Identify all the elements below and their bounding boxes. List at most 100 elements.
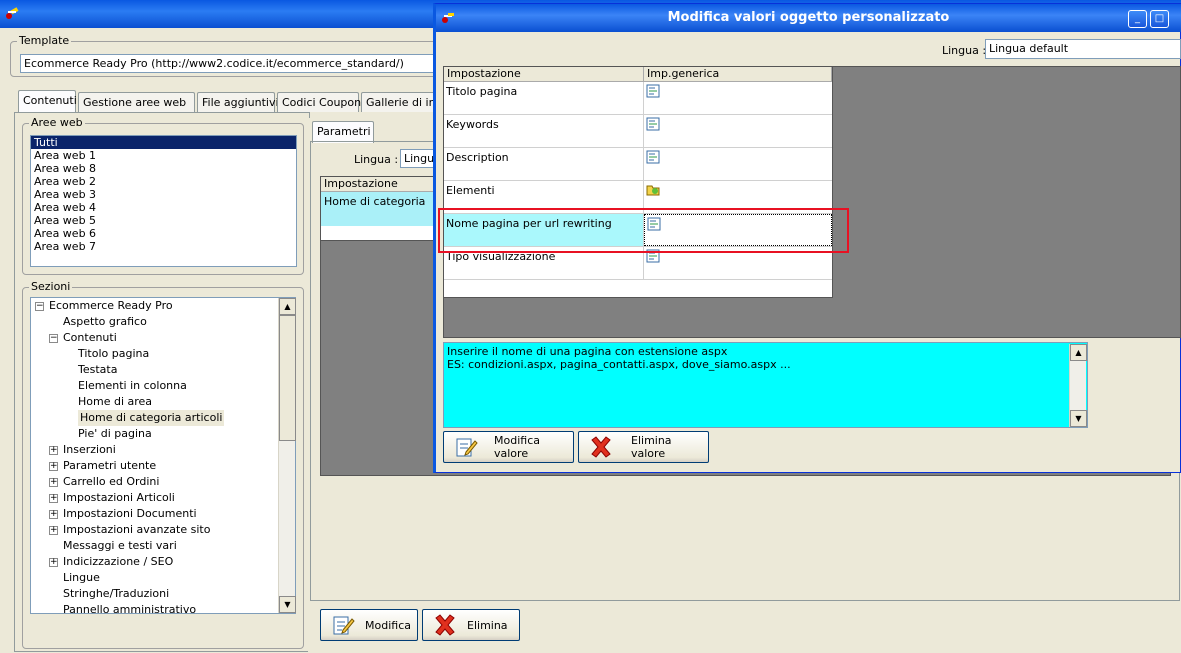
template-label: Template	[17, 34, 72, 47]
tree-item-label: Elementi in colonna	[78, 379, 187, 392]
parametri-grid-header: Impostazione	[321, 177, 434, 192]
tree-item[interactable]: Lingue	[31, 570, 277, 586]
modifica-valore-button[interactable]: Modifica valore	[443, 431, 574, 463]
tree-item-label: Impostazioni avanzate sito	[63, 523, 211, 536]
expand-icon[interactable]: +	[49, 462, 58, 471]
tree-item[interactable]: − Contenuti	[31, 330, 277, 346]
description-line-1: Inserire il nome di una pagina con esten…	[447, 345, 728, 358]
elimina-valore-label: Elimina valore	[631, 434, 672, 460]
scroll-down-icon[interactable]: ▼	[1070, 410, 1087, 427]
sezioni-scrollbar[interactable]: ▲ ▼	[278, 298, 296, 613]
table-row[interactable]: Titolo pagina	[444, 82, 832, 115]
setting-value-cell[interactable]	[644, 82, 832, 114]
tree-item[interactable]: Testata	[31, 362, 277, 378]
expand-icon[interactable]: +	[49, 558, 58, 567]
text-edit-icon[interactable]	[646, 84, 660, 98]
description-box[interactable]: Inserire il nome di una pagina con esten…	[443, 342, 1088, 428]
tab-codici-coupon[interactable]: Codici Coupon	[277, 92, 361, 112]
tree-item[interactable]: Titolo pagina	[31, 346, 277, 362]
tree-item-label: Stringhe/Traduzioni	[63, 587, 170, 600]
tree-item[interactable]: Home di area	[31, 394, 277, 410]
parametri-grid-row-label: Home di categoria	[324, 195, 426, 208]
tree-item-label: Lingue	[63, 571, 100, 584]
tree-item-label: Messaggi e testi vari	[63, 539, 177, 552]
tab-contenuti[interactable]: Contenuti	[18, 90, 77, 112]
list-item[interactable]: Area web 4	[31, 201, 296, 214]
tab-file-aggiuntivi[interactable]: File aggiuntivi	[197, 92, 279, 112]
elimina-button[interactable]: Elimina	[422, 609, 520, 641]
setting-name-cell: Description	[444, 148, 644, 180]
tree-item-label: Impostazioni Articoli	[63, 491, 175, 504]
tree-item[interactable]: + Impostazioni Articoli	[31, 490, 277, 506]
description-scrollbar[interactable]: ▲ ▼	[1069, 344, 1087, 427]
text-edit-icon[interactable]	[646, 150, 660, 164]
tree-item-label: Parametri utente	[63, 459, 157, 472]
list-item[interactable]: Tutti	[31, 136, 296, 149]
modifica-button[interactable]: Modifica	[320, 609, 418, 641]
tree-item[interactable]: + Parametri utente	[31, 458, 277, 474]
grid-header-impostazione: Impostazione	[444, 67, 644, 82]
dialog-settings-grid[interactable]: Impostazione Imp.generica Titolo pagina K…	[443, 66, 833, 298]
tree-root[interactable]: − Ecommerce Ready Pro	[34, 298, 173, 314]
dialog-lingua-value: Lingua default	[989, 42, 1069, 55]
tree-item-label: Pie' di pagina	[78, 427, 152, 440]
scroll-thumb[interactable]	[279, 315, 296, 441]
table-row[interactable]: Keywords	[444, 115, 832, 148]
list-item[interactable]: Area web 3	[31, 188, 296, 201]
minimize-icon[interactable]: _	[1128, 10, 1147, 28]
elimina-label: Elimina	[467, 618, 508, 632]
scroll-down-icon[interactable]: ▼	[279, 596, 296, 613]
text-edit-icon[interactable]	[646, 117, 660, 131]
maximize-icon[interactable]: □	[1150, 10, 1169, 28]
expand-icon[interactable]: +	[49, 494, 58, 503]
sezioni-tree[interactable]: − Ecommerce Ready Pro Aspetto grafico − Co…	[30, 297, 296, 614]
aree-web-label: Aree web	[29, 116, 85, 129]
scroll-up-icon[interactable]: ▲	[1070, 344, 1087, 361]
tree-root-label: Ecommerce Ready Pro	[49, 299, 173, 312]
expand-icon[interactable]: +	[49, 510, 58, 519]
tree-item[interactable]: Home di categoria articoli	[31, 410, 277, 426]
table-row[interactable]: Home di categoria	[321, 192, 434, 226]
tree-item-label: Aspetto grafico	[63, 315, 147, 328]
table-row[interactable]: Description	[444, 148, 832, 181]
tree-item[interactable]: Pannello amministrativo	[31, 602, 277, 613]
expand-icon[interactable]: +	[49, 478, 58, 487]
tree-item[interactable]: + Carrello ed Ordini	[31, 474, 277, 490]
tab-gallerie-immagini[interactable]: Gallerie di immagini	[361, 92, 438, 112]
tab-parametri[interactable]: Parametri	[312, 121, 374, 143]
tree-item[interactable]: + Impostazioni Documenti	[31, 506, 277, 522]
folder-icon[interactable]	[646, 183, 660, 197]
list-item[interactable]: Area web 7	[31, 240, 296, 253]
list-item[interactable]: Area web 6	[31, 227, 296, 240]
expand-icon[interactable]: +	[49, 526, 58, 535]
tree-item[interactable]: + Inserzioni	[31, 442, 277, 458]
delete-x-icon	[433, 613, 457, 637]
tree-item[interactable]: + Impostazioni avanzate sito	[31, 522, 277, 538]
dialog-app-icon	[440, 10, 456, 26]
tree-item[interactable]: Elementi in colonna	[31, 378, 277, 394]
aree-web-list[interactable]: Tutti Area web 1 Area web 8 Area web 2 A…	[30, 135, 297, 267]
tree-item[interactable]: Aspetto grafico	[31, 314, 277, 330]
description-line-2: ES: condizioni.aspx, pagina_contatti.asp…	[447, 358, 791, 371]
tree-item[interactable]: + Indicizzazione / SEO	[31, 554, 277, 570]
tree-item[interactable]: Pie' di pagina	[31, 426, 277, 442]
setting-value-cell[interactable]	[644, 148, 832, 180]
dialog-lingua-select[interactable]: Lingua default	[985, 39, 1181, 59]
parametri-grid[interactable]: Impostazione Home di categoria	[320, 176, 435, 241]
list-item[interactable]: Area web 5	[31, 214, 296, 227]
elimina-valore-button[interactable]: Elimina valore	[578, 431, 709, 463]
list-item[interactable]: Area web 2	[31, 175, 296, 188]
template-field[interactable]: Ecommerce Ready Pro (http://www2.codice.…	[20, 54, 440, 73]
collapse-icon[interactable]: −	[35, 302, 44, 311]
tree-item[interactable]: Messaggi e testi vari	[31, 538, 277, 554]
tree-item-label: Home di area	[78, 395, 153, 408]
expand-icon[interactable]: +	[49, 446, 58, 455]
list-item[interactable]: Area web 1	[31, 149, 296, 162]
setting-value-cell[interactable]	[644, 115, 832, 147]
tab-gestione-aree-web[interactable]: Gestione aree web	[78, 92, 195, 112]
list-item[interactable]: Area web 8	[31, 162, 296, 175]
scroll-up-icon[interactable]: ▲	[279, 298, 296, 315]
collapse-icon[interactable]: −	[49, 334, 58, 343]
dialog-titlebar: Modifica valori oggetto personalizzato	[436, 4, 1181, 32]
tree-item[interactable]: Stringhe/Traduzioni	[31, 586, 277, 602]
